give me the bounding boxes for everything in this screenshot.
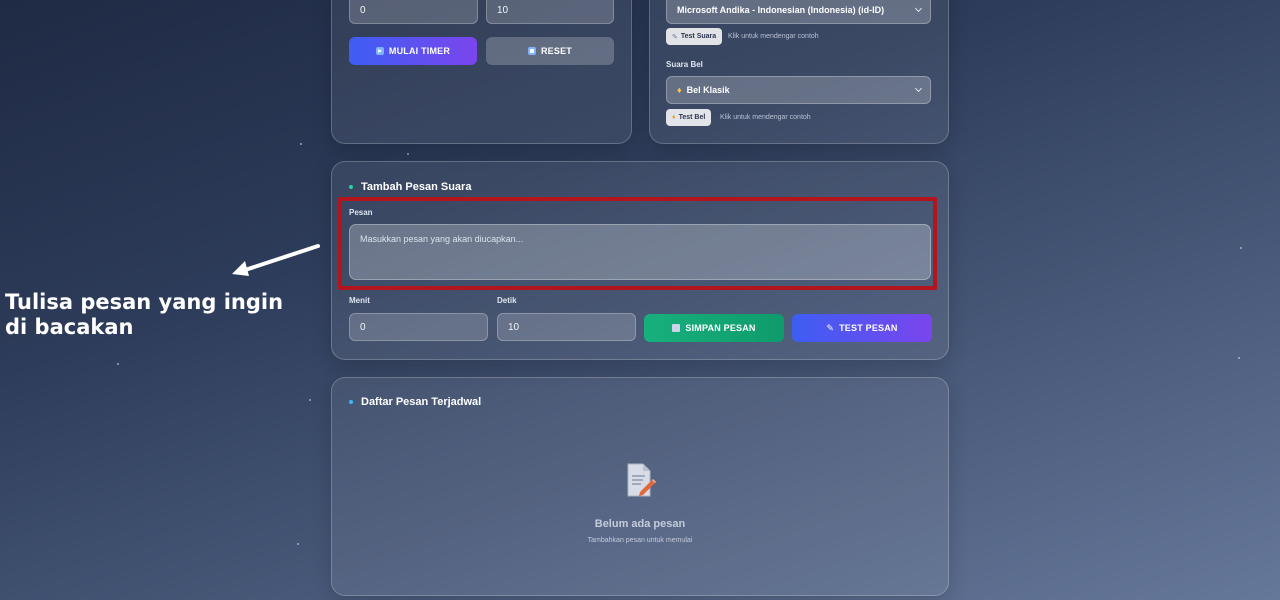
star-decoration (1238, 357, 1240, 359)
add-message-title: Tambah Pesan Suara (349, 181, 471, 193)
stop-icon (527, 47, 536, 55)
timer-seconds-input[interactable]: 10 (486, 0, 614, 24)
message-second-input[interactable]: 10 (497, 313, 636, 341)
minute-label: Menit (349, 296, 370, 305)
start-timer-label: MULAI TIMER (388, 46, 451, 56)
empty-state-subtitle: Tambahkan pesan untuk memulai (587, 537, 693, 544)
test-message-label: TEST PESAN (839, 323, 898, 333)
schedule-title-text: Daftar Pesan Terjadwal (361, 396, 482, 408)
highlight-box (338, 197, 937, 290)
bell-select-value: Bel Klasik (686, 85, 730, 95)
bell-select[interactable]: ♦ Bel Klasik (666, 76, 931, 104)
schedule-title: Daftar Pesan Terjadwal (349, 396, 481, 408)
bell-label: Suara Bel (666, 60, 703, 69)
second-label: Detik (497, 296, 517, 305)
timer-minutes-input[interactable]: 0 (349, 0, 478, 24)
test-bell-hint: Klik untuk mendengar contoh (720, 114, 811, 121)
start-timer-button[interactable]: MULAI TIMER (349, 37, 477, 65)
annotation-arrow (228, 240, 323, 280)
star-decoration (407, 153, 409, 155)
star-decoration (297, 543, 299, 545)
bell-icon: ♦ (672, 114, 676, 121)
star-decoration (1240, 247, 1242, 249)
save-message-label: SIMPAN PESAN (685, 323, 756, 333)
add-message-title-text: Tambah Pesan Suara (361, 181, 472, 193)
test-voice-hint: Klik untuk mendengar contoh (728, 33, 819, 40)
chevron-down-icon (914, 84, 923, 93)
empty-state-title: Belum ada pesan (594, 518, 686, 530)
play-icon (375, 47, 384, 55)
test-bell-label: Test Bel (678, 114, 706, 121)
floppy-disk-icon (672, 324, 681, 332)
reset-label: RESET (540, 46, 572, 56)
section-dot-icon (349, 400, 353, 404)
memo-icon (626, 463, 656, 497)
test-voice-label: Test Suara (680, 33, 717, 40)
save-message-button[interactable]: SIMPAN PESAN (644, 314, 784, 342)
bell-icon: ♦ (677, 85, 682, 95)
section-dot-icon (349, 185, 353, 189)
voice-select[interactable]: Microsoft Andika - Indonesian (Indonesia… (666, 0, 931, 24)
annotation-text: Tulisa pesan yang ingin di bacakan (5, 290, 284, 339)
test-voice-button[interactable]: ✎ Test Suara (666, 28, 723, 45)
microphone-icon: ✎ (672, 33, 678, 41)
microphone-icon: ✎ (826, 322, 835, 333)
star-decoration (117, 363, 119, 365)
star-decoration (300, 143, 302, 145)
test-bell-button[interactable]: ♦ Test Bel (666, 109, 712, 126)
reset-button[interactable]: RESET (486, 37, 614, 65)
star-decoration (309, 399, 311, 401)
message-minute-input[interactable]: 0 (349, 313, 488, 341)
voice-select-value: Microsoft Andika - Indonesian (Indonesia… (677, 5, 885, 15)
test-message-button[interactable]: ✎ TEST PESAN (792, 314, 932, 342)
chevron-down-icon (914, 4, 923, 13)
